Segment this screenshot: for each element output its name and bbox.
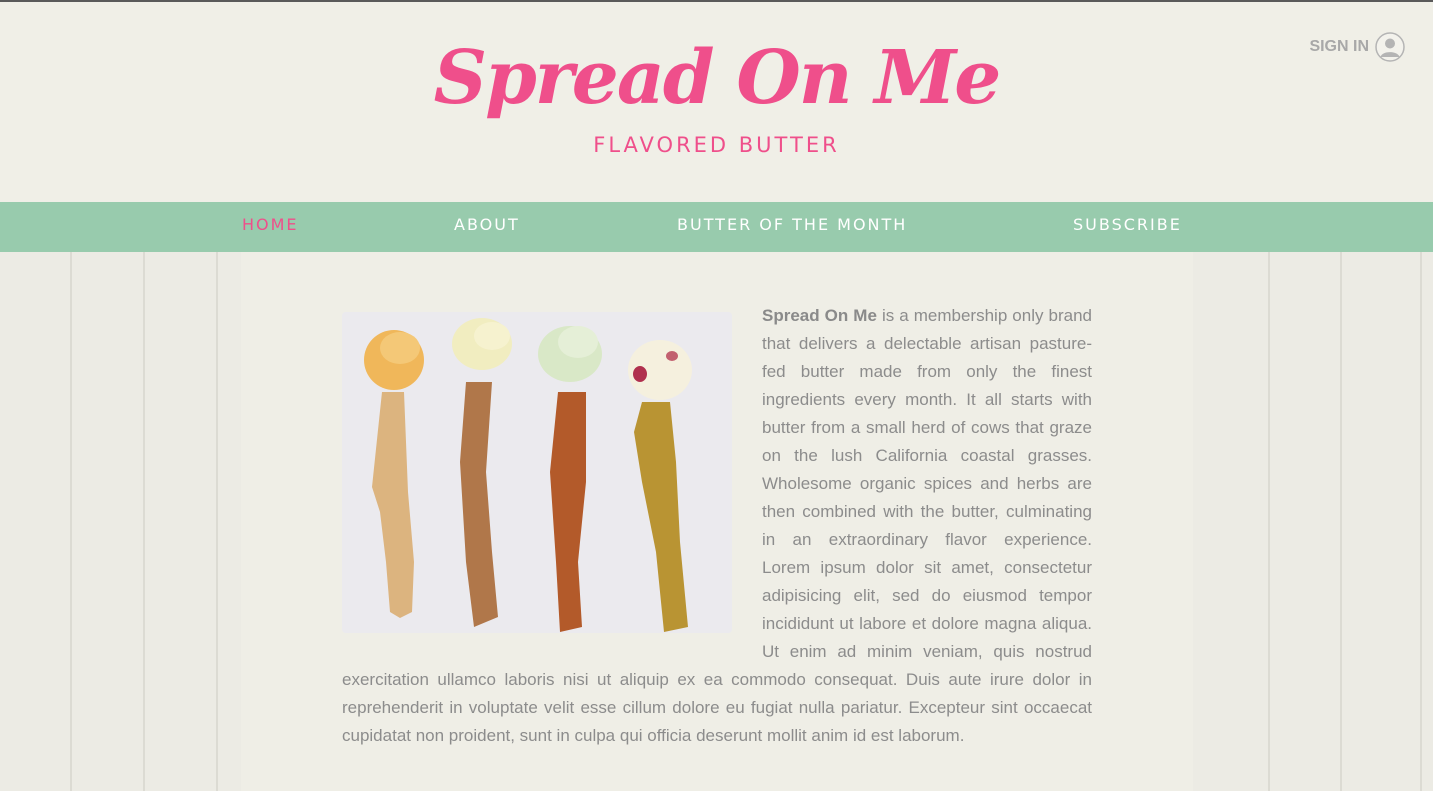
nav-home[interactable]: HOME — [242, 202, 299, 252]
plank-divider — [216, 252, 218, 791]
plank-divider — [1340, 252, 1342, 791]
page: Spread On Me FLAVORED BUTTER SIGN IN HOM… — [0, 0, 1433, 791]
nav-butter-of-the-month[interactable]: BUTTER OF THE MONTH — [677, 202, 907, 252]
logo-subtitle: FLAVORED BUTTER — [593, 133, 840, 157]
logo-title[interactable]: Spread On Me — [0, 30, 1433, 126]
brand-name-bold: Spread On Me — [762, 306, 877, 325]
plank-divider — [143, 252, 145, 791]
butter-knives-photo — [342, 312, 732, 633]
plank-divider — [1268, 252, 1270, 791]
nav-subscribe[interactable]: SUBSCRIBE — [1073, 202, 1182, 252]
intro-article: Spread On Me is a membership only brand … — [342, 302, 1092, 750]
sign-in-label: SIGN IN — [1309, 38, 1369, 55]
main-nav: HOME ABOUT BUTTER OF THE MONTH SUBSCRIBE — [0, 202, 1433, 252]
plank-divider — [1420, 252, 1422, 791]
sign-in-button[interactable]: SIGN IN — [1309, 32, 1405, 62]
nav-about[interactable]: ABOUT — [454, 202, 520, 252]
plank-divider — [70, 252, 72, 791]
site-header: Spread On Me FLAVORED BUTTER SIGN IN — [0, 2, 1433, 202]
user-circle-icon — [1375, 32, 1405, 62]
butter-knives-image — [342, 312, 732, 633]
